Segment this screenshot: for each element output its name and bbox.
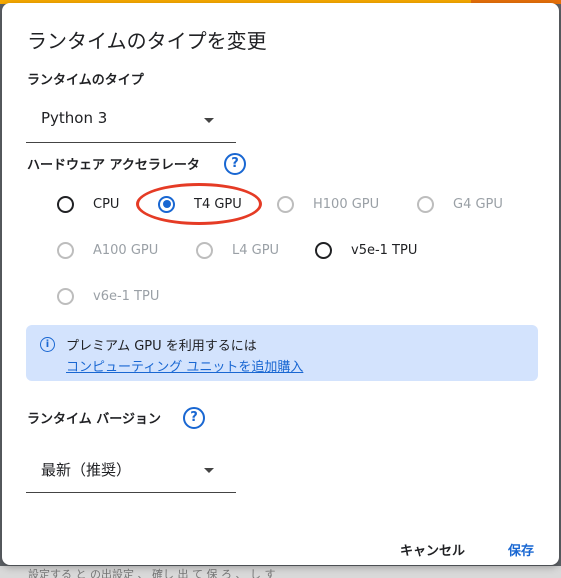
runtime-type-value: Python 3	[41, 109, 108, 127]
cancel-button[interactable]: キャンセル	[400, 540, 465, 559]
accelerator-option-v5e-1-tpu[interactable]: v5e-1 TPU	[315, 238, 417, 262]
accelerator-option-l4-gpu: L4 GPU	[196, 238, 279, 262]
accelerator-label: G4 GPU	[453, 196, 503, 212]
dropdown-arrow-icon	[204, 468, 214, 473]
radio-icon	[196, 241, 213, 259]
accelerator-label: CPU	[93, 196, 120, 212]
radio-icon	[57, 241, 74, 259]
dropdown-arrow-icon	[204, 118, 214, 123]
dialog-title: ランタイムのタイプを変更	[27, 29, 267, 53]
accelerator-option-g4-gpu: G4 GPU	[417, 192, 503, 216]
hardware-accelerator-label: ハードウェア アクセラレータ	[27, 158, 200, 173]
runtime-version-value: 最新（推奨）	[41, 461, 132, 479]
purchase-compute-units-link[interactable]: コンピューティング ユニットを追加購入	[66, 356, 303, 375]
radio-icon	[57, 195, 74, 213]
change-runtime-type-dialog: ランタイムのタイプを変更 ランタイムのタイプ Python 3 ハードウェア ア…	[2, 3, 559, 565]
accelerator-label: H100 GPU	[313, 196, 380, 212]
accelerator-option-v6e-1-tpu: v6e-1 TPU	[57, 284, 159, 308]
info-icon: i	[40, 337, 55, 352]
radio-icon	[277, 195, 294, 213]
help-icon[interactable]: ?	[224, 153, 246, 175]
runtime-type-label: ランタイムのタイプ	[27, 73, 144, 88]
accelerator-label: A100 GPU	[93, 242, 159, 258]
accelerator-label: L4 GPU	[232, 242, 280, 258]
accelerator-option-a100-gpu: A100 GPU	[57, 238, 158, 262]
radio-icon	[315, 241, 332, 259]
radio-icon	[417, 195, 434, 213]
help-icon[interactable]: ?	[183, 407, 205, 429]
runtime-version-select[interactable]: 最新（推奨）	[26, 449, 236, 493]
radio-icon	[57, 287, 74, 305]
background-text: 設定する と の出設定 、 確し 出 て 保 ろ 、 し す	[28, 568, 276, 578]
background-page: 設定する と の出設定 、 確し 出 て 保 ろ 、 し す	[0, 566, 561, 578]
accelerator-option-h100-gpu: H100 GPU	[277, 192, 379, 216]
accelerator-label: v5e-1 TPU	[351, 242, 418, 258]
info-text: プレミアム GPU を利用するには	[66, 339, 257, 354]
accelerator-option-cpu[interactable]: CPU	[57, 192, 119, 216]
accelerator-label: v6e-1 TPU	[93, 288, 160, 304]
premium-gpu-info-banner: i プレミアム GPU を利用するには コンピューティング ユニットを追加購入	[26, 325, 538, 381]
annotation-ring	[136, 183, 262, 225]
save-button[interactable]: 保存	[508, 540, 534, 559]
runtime-version-label: ランタイム バージョン	[27, 412, 162, 427]
runtime-type-select[interactable]: Python 3	[26, 99, 236, 143]
